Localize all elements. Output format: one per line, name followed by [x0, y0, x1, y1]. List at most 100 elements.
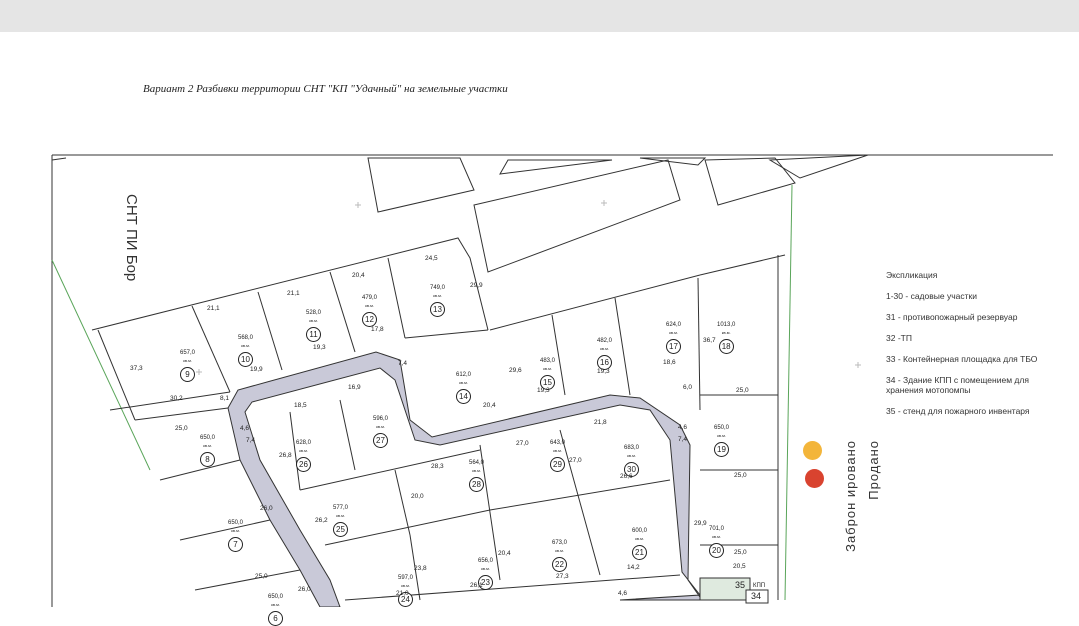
plot-9[interactable]: 657,0 кв.м. 9: [180, 350, 195, 382]
plot-10[interactable]: 568,0 кв.м. 10: [238, 335, 253, 367]
plot-14[interactable]: 612,0 кв.м. 14: [456, 372, 471, 404]
dimension-label: 21,1: [287, 290, 300, 297]
dimension-label: 21,1: [207, 305, 220, 312]
dimension-label: 29,9: [694, 520, 707, 527]
plot-number: 29: [550, 457, 565, 472]
dimension-label: 27,0: [516, 440, 529, 447]
plot-17[interactable]: 624,0 кв.м. 17: [666, 322, 681, 354]
plot-area: 612,0: [456, 372, 472, 378]
plot-22[interactable]: 673,0 кв.м. 22: [552, 540, 567, 572]
dimension-label: 4,6: [618, 590, 628, 597]
plot-number: 22: [552, 557, 567, 572]
dimension-label: 26,8: [279, 452, 292, 459]
dimension-label: 25,0: [736, 387, 749, 394]
dimension-label: 27,3: [556, 573, 569, 580]
plot-29[interactable]: 643,0 кв.м. 29: [550, 440, 565, 472]
dimension-label: 23,8: [414, 565, 427, 572]
plot-area: 624,0: [666, 322, 682, 328]
plot-area: 483,0: [540, 358, 556, 364]
legend-title: Экспликация: [886, 270, 938, 280]
plot-12[interactable]: 479,0 кв.м. 12: [362, 295, 377, 327]
plot-area: 479,0: [362, 295, 378, 301]
plot-number: 25: [333, 522, 348, 537]
plot-28[interactable]: 564,0 кв.м. 28: [469, 460, 484, 492]
plot-number: 27: [373, 433, 388, 448]
plot-unit: кв.м.: [459, 380, 468, 385]
dimension-label: 25,0: [255, 573, 268, 580]
dimension-label: 20,4: [483, 402, 496, 409]
plot-26[interactable]: 628,0 кв.м. 26: [296, 440, 311, 472]
dimension-label: 30,2: [170, 395, 183, 402]
plot-unit: кв.м.: [203, 443, 212, 448]
plot-19[interactable]: 650,0 кв.м. 19: [714, 425, 729, 457]
plot-area: 683,0: [624, 445, 640, 451]
dimension-label: 26,1: [470, 582, 483, 589]
survey-marks: [196, 200, 861, 375]
dimension-label: 26,6: [620, 473, 633, 480]
plot-number: 8: [200, 452, 215, 467]
dimension-label: 25,0: [734, 472, 747, 479]
plot-number: 14: [456, 389, 471, 404]
plot-number: 20: [709, 543, 724, 558]
plot-unit: кв.м.: [231, 528, 240, 533]
plot-13[interactable]: 749,0 кв.м. 13: [430, 285, 445, 317]
plot-number: 28: [469, 477, 484, 492]
dimension-label: 19,3: [597, 368, 610, 375]
plot-6[interactable]: 650,0 кв.м. 6: [268, 594, 283, 626]
plot-7[interactable]: 650,0 кв.м. 7: [228, 520, 243, 552]
plot-area: 673,0: [552, 540, 568, 546]
plot-21[interactable]: 600,0 кв.м. 21: [632, 528, 647, 560]
plot-unit: кв.м.: [712, 534, 721, 539]
plot-25[interactable]: 577,0 кв.м. 25: [333, 505, 348, 537]
plot-area: 597,0: [398, 575, 414, 581]
plot-number: 21: [632, 545, 647, 560]
dimension-label: 29,9: [470, 282, 483, 289]
plot-area: 596,0: [373, 416, 389, 422]
plot-area: 1013,0: [717, 322, 736, 328]
plot-area: 656,0: [478, 558, 494, 564]
dimension-label: 4,6: [240, 425, 250, 432]
dimension-label: 18,6: [663, 359, 676, 366]
dimension-label: 26,0: [298, 586, 311, 593]
plot-number: 26: [296, 457, 311, 472]
legend-item: 32 -ТП: [886, 333, 912, 343]
legend: Экспликация 1-30 - садовые участки 31 - …: [886, 270, 1046, 427]
plot-number: 10: [238, 352, 253, 367]
legend-item: 33 - Контейнерная площадка для ТБО: [886, 354, 1038, 364]
plot-unit: кв.м.: [241, 343, 250, 348]
plot-15[interactable]: 483,0 кв.м. 15: [540, 358, 555, 390]
dimension-label: 19,3: [537, 387, 550, 394]
plot-unit: кв.м.: [553, 448, 562, 453]
dimension-label: 6,0: [683, 384, 693, 391]
plot-18[interactable]: 1013,0 кв.м. 18: [717, 322, 735, 354]
dimension-label: 21,8: [594, 419, 607, 426]
dimension-label: 19,9: [250, 366, 263, 373]
plot-number: 12: [362, 312, 377, 327]
dimension-label: 20,4: [352, 272, 365, 279]
dimension-label: 26,2: [315, 517, 328, 524]
plot-20[interactable]: 701,0 кв.м. 20: [709, 526, 724, 558]
kpp-label: КПП: [753, 583, 766, 589]
legend-item: 1-30 - садовые участки: [886, 291, 977, 301]
plot-11[interactable]: 528,0 кв.м. 11: [306, 310, 321, 342]
plot-area: 749,0: [430, 285, 446, 291]
kpp-num-35: 35: [735, 580, 746, 590]
plot-unit: кв.м.: [376, 424, 385, 429]
plot-unit: кв.м.: [299, 448, 308, 453]
plot-area: 657,0: [180, 350, 196, 356]
plot-16[interactable]: 482,0 кв.м. 16: [597, 338, 612, 370]
plot-unit: кв.м.: [717, 433, 726, 438]
plot-area: 564,0: [469, 460, 485, 466]
neighbor-snt-label: СНТ ПИ Бор: [123, 194, 140, 282]
dimension-label: 25,0: [175, 425, 188, 432]
dimension-label: 20,5: [733, 563, 746, 570]
plot-27[interactable]: 596,0 кв.м. 27: [373, 416, 388, 448]
dimension-label: 29,6: [509, 367, 522, 374]
plot-8[interactable]: 650,0 кв.м. 8: [200, 435, 215, 467]
plot-area: 650,0: [200, 435, 216, 441]
plot-area: 577,0: [333, 505, 349, 511]
plot-number: 13: [430, 302, 445, 317]
legend-item: 31 - противопожарный резервуар: [886, 312, 1018, 322]
legend-item: 34 - Здание КПП с помещением для хранени…: [886, 375, 1029, 395]
plot-unit: кв.м.: [365, 303, 374, 308]
